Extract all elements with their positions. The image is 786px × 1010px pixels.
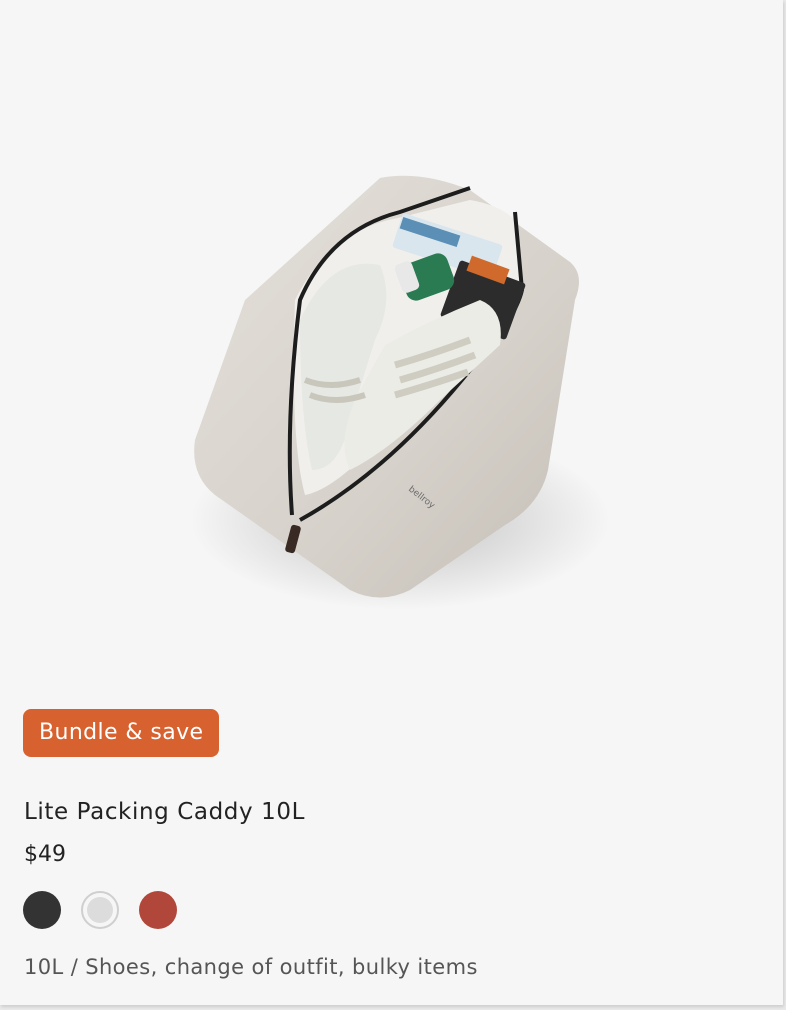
product-price: $49: [24, 842, 66, 867]
product-card[interactable]: bellroy Bundle & save Lite Packing Caddy…: [0, 0, 783, 1005]
swatch-chalk[interactable]: [81, 891, 119, 929]
product-image[interactable]: bellroy: [0, 0, 783, 690]
swatch-charcoal[interactable]: [23, 891, 61, 929]
bundle-badge[interactable]: Bundle & save: [23, 709, 220, 757]
product-title[interactable]: Lite Packing Caddy 10L: [24, 799, 305, 825]
packing-caddy-illustration: bellroy: [190, 175, 610, 610]
product-description: 10L / Shoes, change of outfit, bulky ite…: [24, 955, 478, 979]
color-swatches: [23, 891, 177, 929]
swatch-rust[interactable]: [139, 891, 177, 929]
